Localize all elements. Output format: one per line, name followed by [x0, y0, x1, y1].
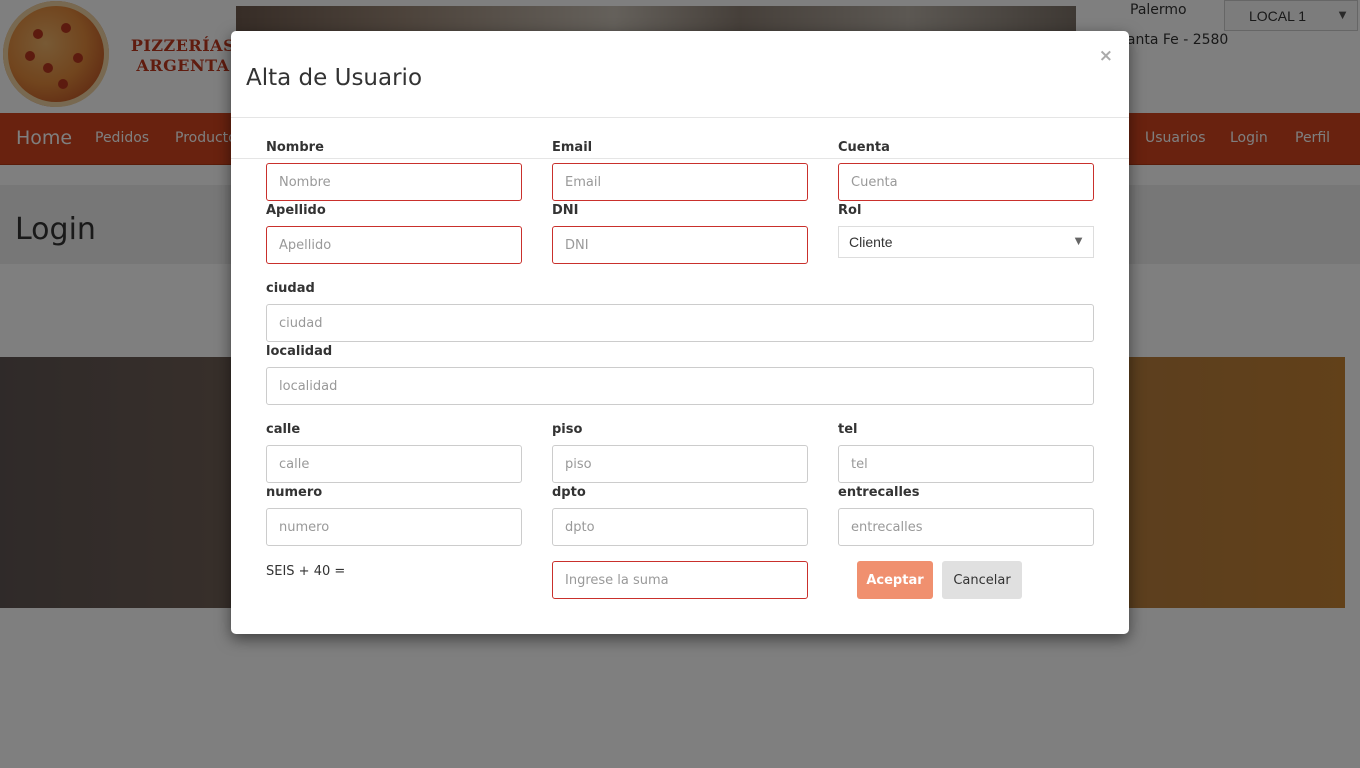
- modal-header-divider: [231, 117, 1129, 118]
- apellido-input[interactable]: [266, 226, 522, 264]
- localidad-input[interactable]: [266, 367, 1094, 405]
- rol-select[interactable]: Cliente ▼: [838, 226, 1094, 258]
- accept-button[interactable]: Aceptar: [857, 561, 933, 599]
- tel-input[interactable]: [838, 445, 1094, 483]
- tel-label: tel: [838, 422, 858, 437]
- close-icon[interactable]: ×: [1099, 46, 1113, 66]
- alta-usuario-modal: Alta de Usuario × Nombre Email Cuenta Ap…: [231, 31, 1129, 634]
- rol-select-value: Cliente: [849, 234, 893, 250]
- cuenta-label: Cuenta: [838, 140, 890, 155]
- entrecalles-label: entrecalles: [838, 485, 920, 500]
- ciudad-input[interactable]: [266, 304, 1094, 342]
- piso-label: piso: [552, 422, 583, 437]
- cancel-button[interactable]: Cancelar: [942, 561, 1022, 599]
- calle-input[interactable]: [266, 445, 522, 483]
- rol-label: Rol: [838, 203, 862, 218]
- email-label: Email: [552, 140, 593, 155]
- email-input[interactable]: [552, 163, 808, 201]
- cuenta-input[interactable]: [838, 163, 1094, 201]
- calle-label: calle: [266, 422, 301, 437]
- dni-input[interactable]: [552, 226, 808, 264]
- dropdown-arrow-icon: ▼: [1072, 233, 1085, 248]
- captcha-input[interactable]: [552, 561, 808, 599]
- entrecalles-input[interactable]: [838, 508, 1094, 546]
- piso-input[interactable]: [552, 445, 808, 483]
- dpto-input[interactable]: [552, 508, 808, 546]
- apellido-label: Apellido: [266, 203, 326, 218]
- numero-input[interactable]: [266, 508, 522, 546]
- localidad-label: localidad: [266, 344, 333, 359]
- dpto-label: dpto: [552, 485, 586, 500]
- numero-label: numero: [266, 485, 323, 500]
- nombre-label: Nombre: [266, 140, 324, 155]
- dni-label: DNI: [552, 203, 579, 218]
- modal-divider: [231, 158, 1129, 159]
- nombre-input[interactable]: [266, 163, 522, 201]
- ciudad-label: ciudad: [266, 281, 315, 296]
- modal-title: Alta de Usuario: [246, 65, 423, 91]
- captcha-question: SEIS + 40 =: [266, 564, 346, 579]
